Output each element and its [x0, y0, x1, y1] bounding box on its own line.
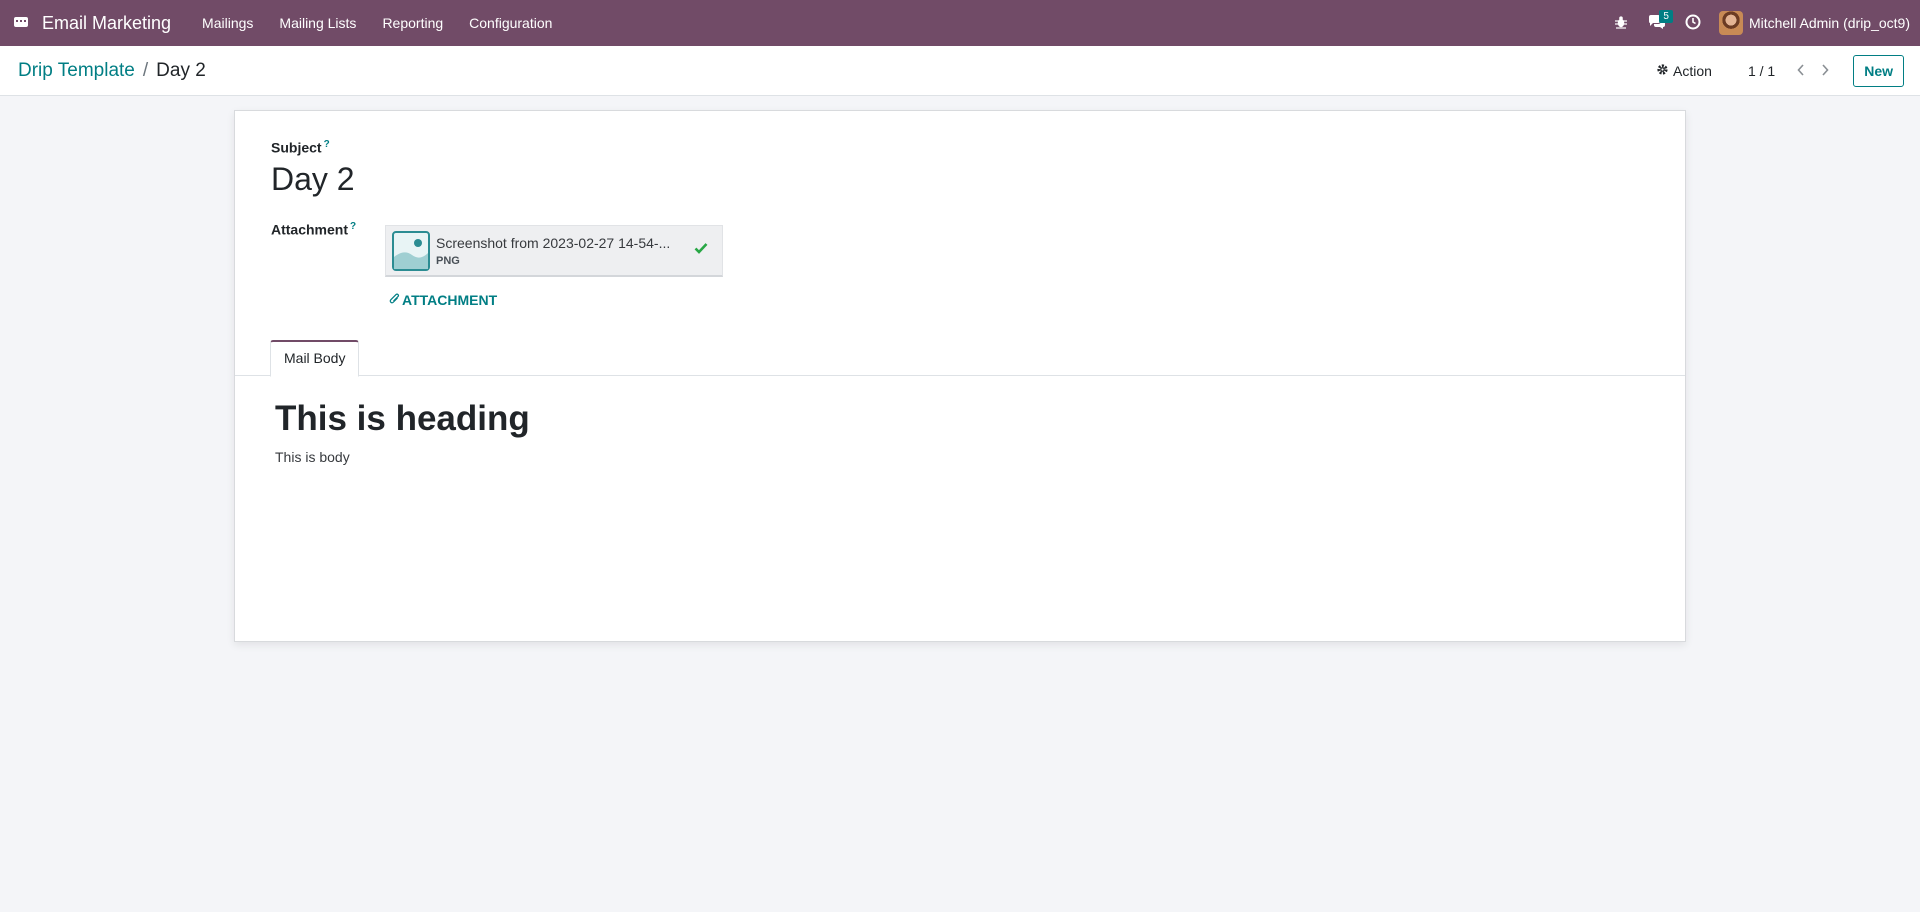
image-file-icon [392, 230, 430, 271]
notebook-tabs-border [235, 375, 1685, 376]
top-navbar: Email Marketing Mailings Mailing Lists R… [0, 0, 1920, 46]
breadcrumb-parent-link[interactable]: Drip Template [18, 60, 135, 82]
apps-menu-button[interactable] [0, 0, 42, 46]
add-attachment-label: ATTACHMENT [402, 292, 498, 308]
user-name: Mitchell Admin (drip_oct9) [1748, 15, 1910, 31]
tab-mail-body[interactable]: Mail Body [270, 340, 360, 377]
attachment-label-text: Attachment [271, 221, 349, 238]
pager-value[interactable]: 1 / 1 [1748, 63, 1775, 79]
subject-label-text: Subject [271, 139, 322, 156]
chevron-right-icon [1821, 63, 1829, 79]
new-record-button[interactable]: New [1853, 54, 1904, 87]
control-panel: Drip Template / Day 2 Action 1 / 1 New [0, 46, 1920, 96]
mail-body-text[interactable]: This is body [275, 449, 350, 465]
pager-previous-button[interactable] [1789, 59, 1813, 83]
attachment-card[interactable]: Screenshot from 2023-02-27 14-54-... PNG [385, 225, 723, 277]
gear-icon [1656, 63, 1669, 79]
menu-mailing-lists[interactable]: Mailing Lists [266, 0, 369, 46]
user-menu[interactable]: Mitchell Admin (drip_oct9) [1711, 0, 1920, 46]
subject-field-label: Subject? [271, 139, 330, 156]
action-label: Action [1673, 62, 1712, 79]
paperclip-icon [389, 292, 400, 308]
clock-icon [1685, 14, 1701, 33]
form-sheet: Subject? Day 2 Attachment? Screenshot fr… [234, 110, 1686, 642]
app-brand[interactable]: Email Marketing [42, 13, 171, 34]
attachment-info: Screenshot from 2023-02-27 14-54-... PNG [436, 235, 670, 267]
attachment-file-type: PNG [436, 254, 460, 267]
activities-button[interactable] [1675, 0, 1711, 46]
subject-input[interactable]: Day 2 [271, 161, 355, 198]
breadcrumb-current: Day 2 [156, 59, 206, 81]
subject-help-tooltip[interactable]: ? [324, 139, 330, 150]
avatar [1718, 11, 1743, 35]
mail-body-heading[interactable]: This is heading [275, 399, 530, 439]
add-attachment-button[interactable]: ATTACHMENT [389, 292, 497, 308]
checkmark-icon [694, 242, 708, 257]
apps-icon [13, 15, 29, 32]
breadcrumb: Drip Template / Day 2 [18, 60, 206, 82]
pager: 1 / 1 [1748, 59, 1837, 83]
messaging-button[interactable]: 5 [1639, 0, 1675, 46]
menu-reporting[interactable]: Reporting [369, 0, 456, 46]
messages-badge: 5 [1659, 10, 1673, 23]
breadcrumb-separator: / [142, 59, 149, 81]
debug-button[interactable] [1603, 0, 1639, 46]
attachment-field-label: Attachment? [271, 221, 356, 238]
attachment-file-name: Screenshot from 2023-02-27 14-54-... [436, 234, 671, 251]
pager-next-button[interactable] [1813, 59, 1837, 83]
attachment-help-tooltip[interactable]: ? [350, 221, 356, 232]
action-button[interactable]: Action [1656, 63, 1712, 79]
bug-icon [1614, 15, 1628, 32]
menu-configuration[interactable]: Configuration [456, 0, 565, 46]
chevron-left-icon [1797, 63, 1805, 79]
menu-mailings[interactable]: Mailings [189, 0, 266, 46]
